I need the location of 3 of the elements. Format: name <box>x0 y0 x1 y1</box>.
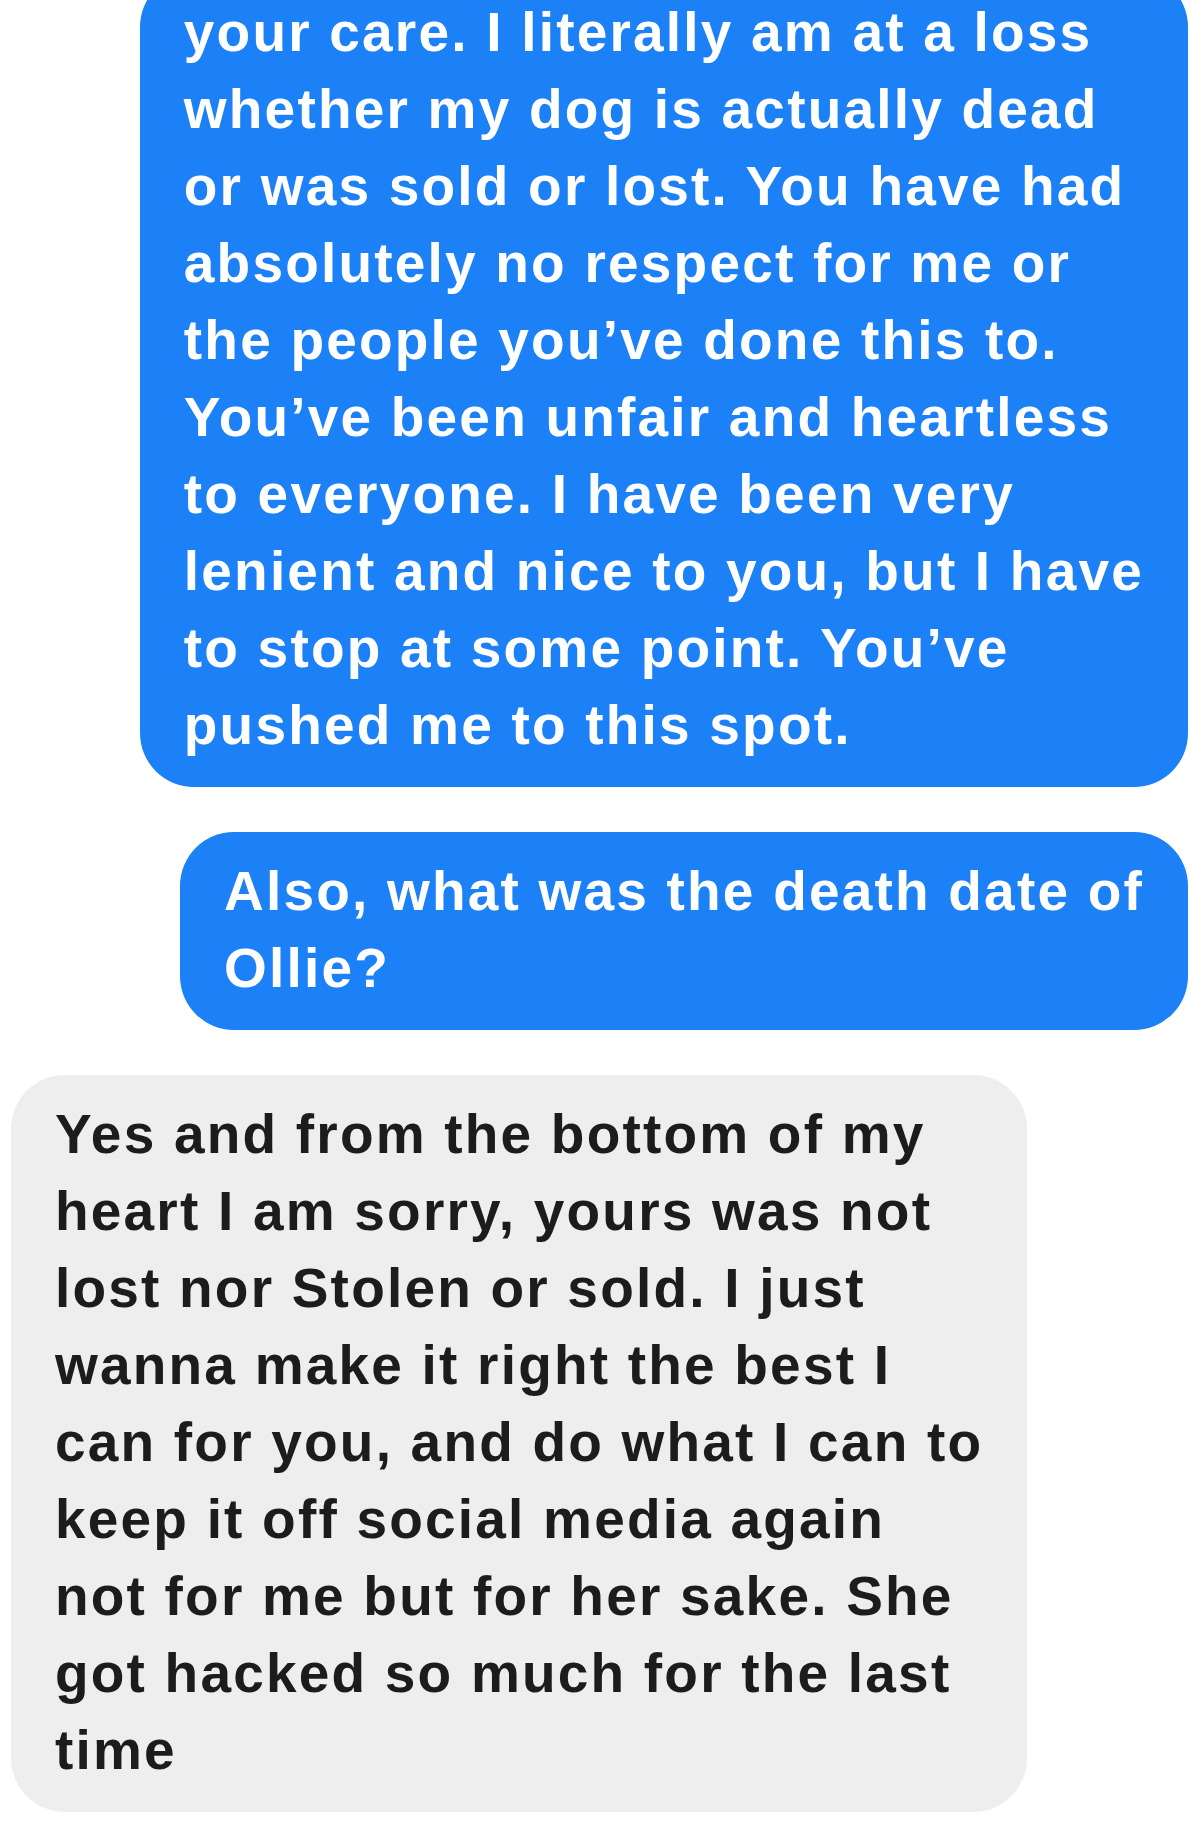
message-text: your care. I literally am at a loss whether my dog is actually dead or was sold or lost. You have had absolutely no respect for me or the people you’ve done this to. You’ve been unfair and heartless to everyone. I have been very lenient and nice to you, but I have to stop at some point. You’ve pushed me to this spot. <box>183 0 1144 758</box>
message-text: Yes and from the bottom of my heart I am sorry, yours was not lost nor Stolen or sold. I just wanna make it right the best I can for you, and do what I can to keep it off social media again not for me but for her sake. She got hacked so much for the last time <box>55 1102 984 1783</box>
message-text: Also, what was the death date of Ollie? <box>224 859 1144 1001</box>
